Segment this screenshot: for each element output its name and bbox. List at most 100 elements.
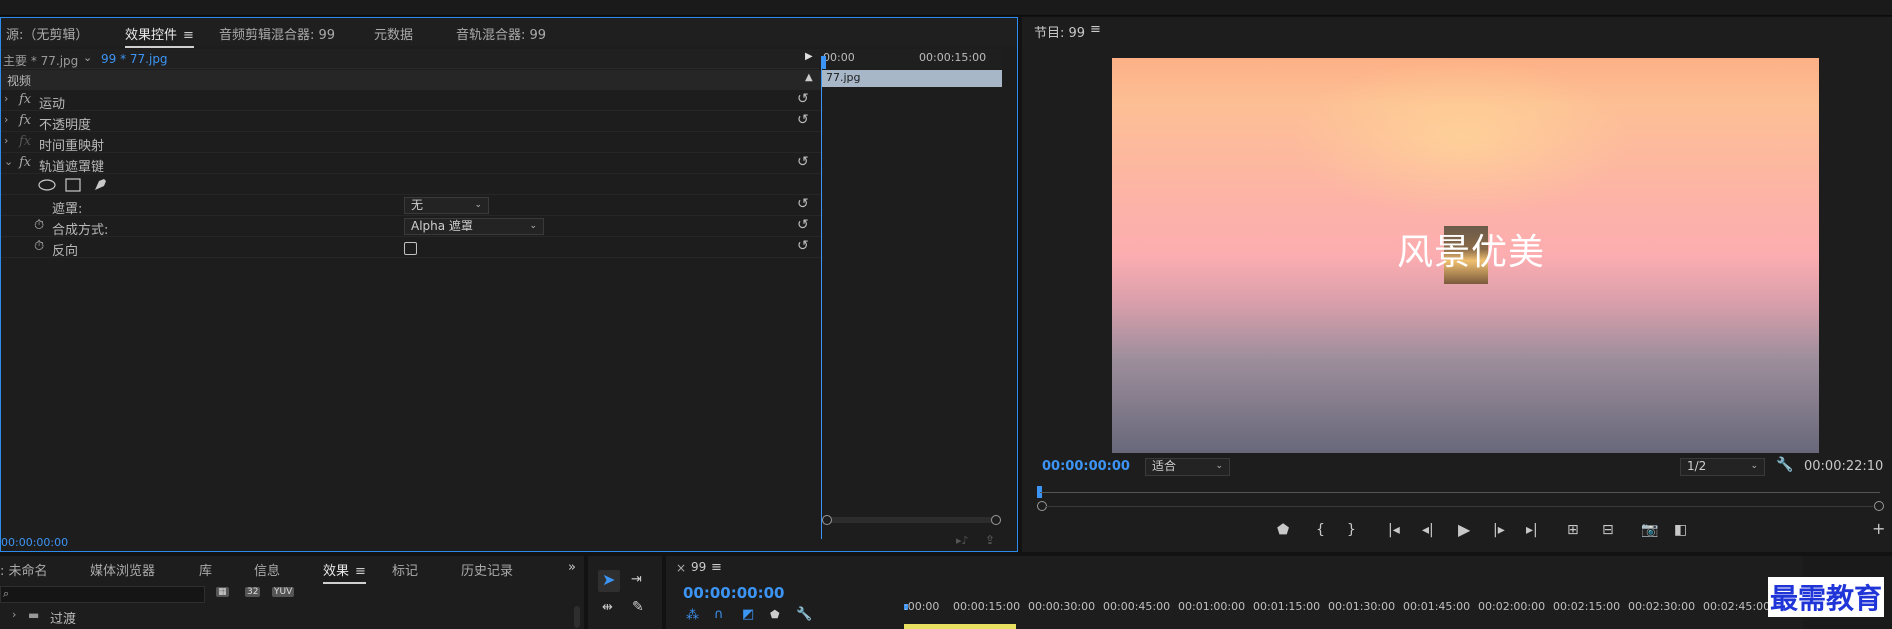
- fit-dropdown[interactable]: 适合 ⌄: [1145, 458, 1230, 476]
- tab-markers[interactable]: 标记: [392, 560, 418, 579]
- export-icon[interactable]: ⇪: [985, 533, 995, 547]
- step-back-icon[interactable]: ◂|: [1422, 522, 1434, 538]
- effect-controls-timecode[interactable]: 00:00:00:00: [1, 536, 68, 549]
- tab-metadata[interactable]: 元数据: [374, 24, 413, 43]
- resolution-dropdown[interactable]: 1/2 ⌄: [1680, 458, 1765, 476]
- add-marker-icon[interactable]: ⬟: [1277, 522, 1289, 538]
- accelerated-effects-icon[interactable]: ▦: [216, 587, 229, 597]
- tab-audio-clip-mixer[interactable]: 音频剪辑混合器: 99: [219, 24, 335, 43]
- fx-icon[interactable]: fx: [19, 92, 31, 107]
- 32bit-effects-badge[interactable]: 32: [245, 587, 261, 597]
- stopwatch-icon[interactable]: ⏱: [34, 218, 44, 233]
- reverse-checkbox[interactable]: [404, 242, 417, 255]
- effect-row-time-remap[interactable]: › fx 时间重映射: [1, 133, 821, 154]
- ripple-edit-tool-icon[interactable]: ⇹: [602, 600, 613, 615]
- effects-folder-row[interactable]: › ▬ 过渡: [0, 607, 570, 627]
- zoom-scrollbar[interactable]: [824, 517, 999, 523]
- ruler-label: 00:00:45:00: [1103, 600, 1171, 613]
- composite-dropdown-value: Alpha 遮罩: [411, 219, 473, 233]
- play-only-clip-icon[interactable]: ▶: [805, 51, 813, 62]
- reset-icon[interactable]: ↺: [797, 217, 809, 233]
- playhead-marker[interactable]: [821, 56, 826, 69]
- expand-chevron-icon[interactable]: ›: [4, 92, 8, 105]
- lift-icon[interactable]: ⊞: [1567, 522, 1579, 538]
- ellipse-mask-icon[interactable]: [38, 179, 56, 191]
- fx-icon[interactable]: fx: [19, 113, 31, 128]
- extract-icon[interactable]: ⊟: [1602, 522, 1614, 538]
- reset-icon[interactable]: ↺: [797, 154, 809, 170]
- add-button-icon[interactable]: +: [1872, 519, 1885, 538]
- vertical-scrollbar[interactable]: [574, 606, 580, 628]
- program-video-frame[interactable]: 风景优美: [1112, 58, 1819, 453]
- wrench-icon[interactable]: 🔧: [796, 607, 812, 622]
- double-chevron-right-icon[interactable]: »: [568, 560, 576, 575]
- composite-dropdown[interactable]: Alpha 遮罩 ⌄: [404, 218, 544, 235]
- reset-icon[interactable]: ↺: [797, 91, 809, 107]
- work-area-bar[interactable]: [904, 624, 1016, 629]
- stopwatch-icon[interactable]: ⏱: [34, 239, 44, 254]
- mark-in-icon[interactable]: {: [1316, 522, 1325, 538]
- sequence-tab-label[interactable]: 99: [691, 560, 706, 574]
- reset-icon[interactable]: ↺: [797, 196, 809, 212]
- tab-effect-controls[interactable]: 效果控件 ≡: [125, 24, 194, 48]
- reset-icon[interactable]: ↺: [797, 112, 809, 128]
- zoom-handle-right[interactable]: [991, 515, 1001, 525]
- nest-icon[interactable]: ⁂: [686, 608, 699, 623]
- scroll-handle-right[interactable]: [1874, 501, 1884, 511]
- reset-icon[interactable]: ↺: [797, 238, 809, 254]
- pen-mask-icon[interactable]: [92, 177, 108, 193]
- close-tab-icon[interactable]: ×: [676, 561, 686, 575]
- export-frame-icon[interactable]: 📷: [1641, 522, 1658, 538]
- go-to-out-icon[interactable]: ▸|: [1526, 522, 1538, 538]
- mask-dropdown[interactable]: 无 ⌄: [404, 197, 489, 214]
- zoom-handle-left[interactable]: [822, 515, 832, 525]
- tab-libraries[interactable]: 库: [199, 560, 212, 579]
- play-icon[interactable]: ▶: [1458, 520, 1470, 539]
- effect-row-track-matte[interactable]: ⌄ fx 轨道遮罩键 ↺: [1, 154, 821, 175]
- rectangle-mask-icon[interactable]: [65, 178, 81, 192]
- audio-play-icon[interactable]: ▸♪: [956, 534, 969, 547]
- hamburger-icon[interactable]: ≡: [711, 560, 722, 575]
- collapse-chevron-icon[interactable]: ⌄: [4, 155, 13, 168]
- tab-source[interactable]: 源:（无剪辑）: [6, 24, 88, 43]
- selection-tool-icon[interactable]: ➤: [602, 570, 615, 589]
- comparison-view-icon[interactable]: ◧: [1674, 522, 1687, 538]
- mini-timeline-ruler[interactable]: 00:00 00:00:15:00: [819, 49, 1001, 69]
- scroll-bar[interactable]: [1045, 506, 1873, 507]
- expand-chevron-icon[interactable]: ›: [12, 608, 16, 621]
- tab-media-browser[interactable]: 媒体浏览器: [90, 560, 155, 579]
- tab-effects[interactable]: 效果 ≡: [323, 560, 366, 584]
- tab-audio-track-mixer[interactable]: 音轨混合器: 99: [456, 24, 546, 43]
- step-forward-icon[interactable]: |▸: [1493, 522, 1505, 538]
- wrench-icon[interactable]: 🔧: [1776, 457, 1793, 473]
- program-timecode[interactable]: 00:00:00:00: [1042, 459, 1130, 474]
- effect-row-motion[interactable]: › fx 运动 ↺: [1, 91, 821, 112]
- expand-chevron-icon[interactable]: ›: [4, 134, 8, 147]
- linked-selection-icon[interactable]: ◩: [742, 607, 754, 622]
- tab-project[interactable]: : 未命名: [0, 560, 48, 579]
- hamburger-icon[interactable]: ≡: [183, 28, 194, 43]
- master-clip-label[interactable]: 主要 * 77.jpg: [3, 52, 78, 69]
- collapse-up-icon[interactable]: ▲: [805, 72, 813, 83]
- chevron-down-icon[interactable]: ⌄: [83, 51, 92, 64]
- go-to-in-icon[interactable]: |◂: [1388, 522, 1400, 538]
- tab-history[interactable]: 历史记录: [461, 560, 513, 579]
- effect-row-opacity[interactable]: › fx 不透明度 ↺: [1, 112, 821, 133]
- mark-out-icon[interactable]: }: [1347, 522, 1356, 538]
- add-marker-icon[interactable]: ⬟: [770, 608, 780, 621]
- snap-magnet-icon[interactable]: ∩: [714, 607, 724, 622]
- sequence-clip-label[interactable]: 99 * 77.jpg: [101, 52, 168, 66]
- clip-bar[interactable]: 77.jpg: [822, 70, 1002, 87]
- fx-icon[interactable]: fx: [19, 155, 31, 170]
- hamburger-icon[interactable]: ≡: [355, 564, 366, 579]
- tab-info[interactable]: 信息: [254, 560, 280, 579]
- program-scrubber-track[interactable]: [1040, 492, 1880, 493]
- expand-chevron-icon[interactable]: ›: [4, 113, 8, 126]
- razor-tool-icon[interactable]: ✎: [632, 599, 644, 615]
- timeline-timecode[interactable]: 00:00:00:00: [683, 584, 785, 602]
- yuv-effects-badge[interactable]: YUV: [272, 587, 295, 597]
- program-title[interactable]: 节目: 99: [1034, 22, 1085, 41]
- effects-search-input[interactable]: ⌕: [0, 586, 205, 603]
- hamburger-icon[interactable]: ≡: [1090, 22, 1101, 37]
- track-select-tool-icon[interactable]: ⇥: [631, 572, 642, 587]
